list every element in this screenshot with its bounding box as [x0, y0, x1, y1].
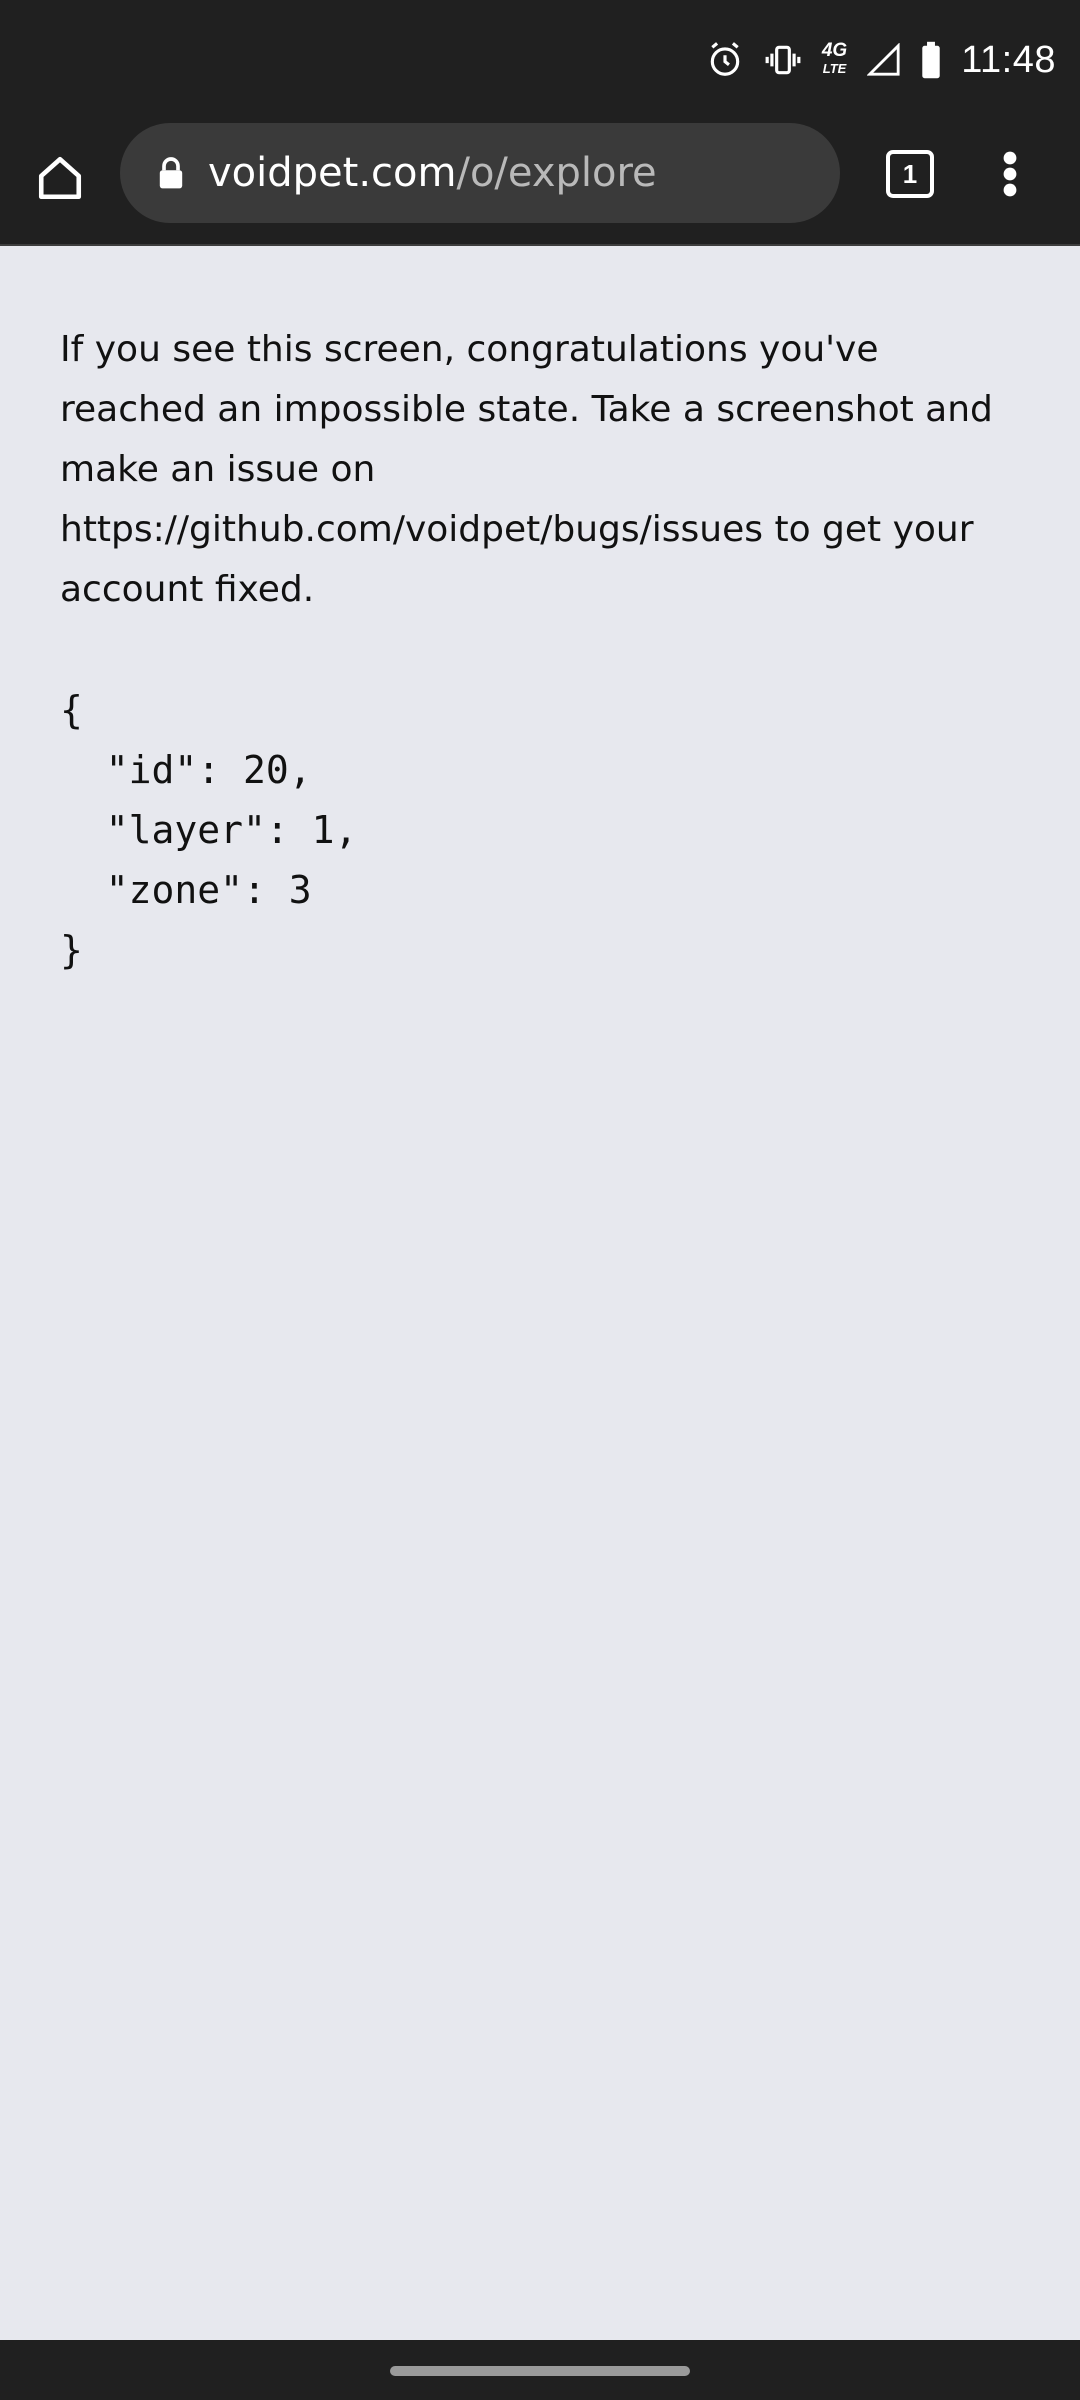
network-4g-lte-icon: 4G LTE — [821, 40, 848, 78]
page-content: If you see this screen, congratulations … — [60, 320, 1020, 980]
tab-switcher-icon: 1 — [886, 150, 934, 198]
more-options-button[interactable] — [974, 138, 1046, 210]
url-domain: voidpet.com — [208, 150, 457, 196]
network-label: 4G — [821, 40, 848, 61]
alarm-icon — [706, 41, 744, 79]
url-text: voidpet.com/o/explore — [208, 150, 657, 196]
navigation-bar — [0, 2340, 1080, 2400]
home-button[interactable] — [24, 142, 96, 214]
browser-toolbar: voidpet.com/o/explore 1 — [0, 118, 1080, 246]
status-bar: 4G LTE 11:48 — [0, 0, 1080, 118]
url-bar[interactable]: voidpet.com/o/explore — [120, 123, 840, 223]
gesture-handle[interactable] — [390, 2366, 690, 2376]
more-vert-icon — [1003, 151, 1017, 197]
signal-icon — [867, 43, 901, 77]
lock-icon — [156, 155, 186, 191]
status-time: 11:48 — [961, 38, 1056, 81]
url-path: /o/explore — [456, 150, 657, 196]
tab-switcher-button[interactable]: 1 — [874, 138, 946, 210]
battery-icon — [921, 41, 941, 79]
tab-count: 1 — [902, 158, 918, 189]
vibrate-icon — [764, 41, 802, 79]
status-icons: 4G LTE 11:48 — [706, 38, 1056, 82]
home-icon — [38, 156, 82, 200]
error-message: If you see this screen, congratulations … — [60, 329, 993, 610]
network-sublabel: LTE — [822, 61, 847, 76]
json-dump: { "id": 20, "layer": 1, "zone": 3 } — [60, 688, 358, 972]
